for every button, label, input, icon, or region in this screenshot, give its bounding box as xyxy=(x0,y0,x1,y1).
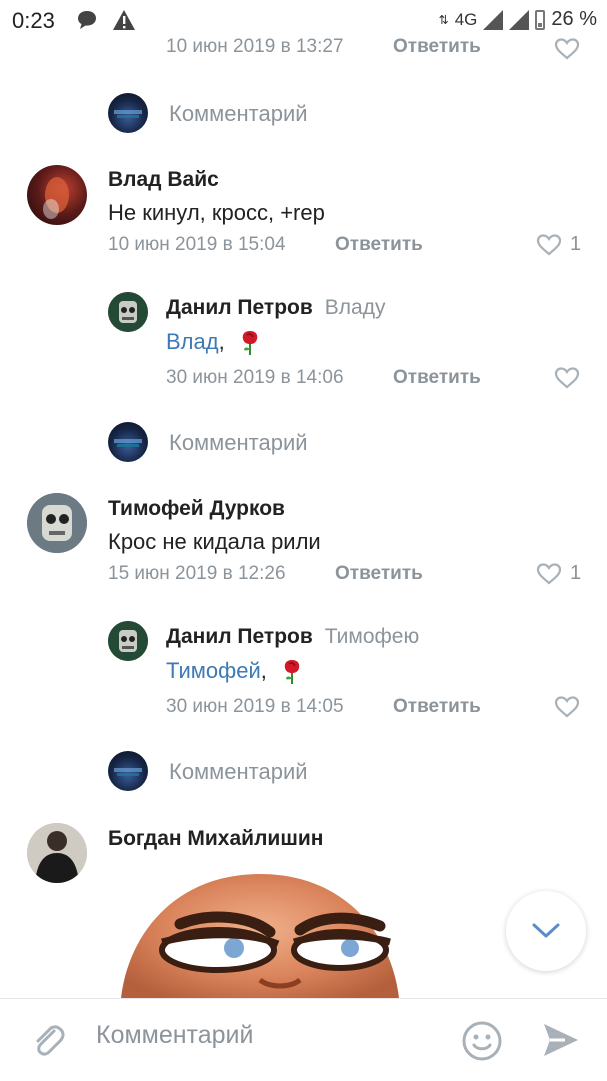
like-button[interactable] xyxy=(554,38,580,60)
comment-prompt[interactable]: Комментарий xyxy=(169,759,308,785)
reply-author[interactable]: Данил Петров Владу xyxy=(166,296,385,320)
attach-icon[interactable] xyxy=(28,1021,68,1066)
sticker-image xyxy=(110,872,410,1000)
data-arrows-icon: ⇅ xyxy=(438,12,449,27)
reply-button[interactable]: Ответить xyxy=(335,563,423,585)
heart-icon xyxy=(554,367,580,389)
heart-icon xyxy=(554,38,580,60)
reply-text-suffix: , xyxy=(218,329,225,354)
heart-icon xyxy=(536,562,562,584)
reply-text-suffix: , xyxy=(260,658,267,683)
my-avatar xyxy=(108,422,148,462)
like-count: 1 xyxy=(570,562,582,584)
like-count: 1 xyxy=(570,233,582,255)
reply-text: Тимофей, xyxy=(166,658,303,686)
signal-2-icon xyxy=(509,9,530,30)
my-avatar xyxy=(108,751,148,791)
reply-author-name[interactable]: Данил Петров xyxy=(166,296,313,319)
battery-level: 26 % xyxy=(551,8,597,30)
comment-prompt[interactable]: Комментарий xyxy=(169,101,308,127)
chevron-down-icon xyxy=(532,923,560,938)
status-time: 0:23 xyxy=(12,8,55,33)
author-avatar[interactable] xyxy=(27,493,87,553)
like-button[interactable]: 1 xyxy=(536,562,581,585)
reply-text: Влад, xyxy=(166,329,261,357)
scroll-down-button[interactable] xyxy=(506,891,586,971)
mention-link[interactable]: Влад xyxy=(166,329,219,354)
reply-author[interactable]: Данил Петров Тимофею xyxy=(166,625,419,649)
reply-to: Тимофею xyxy=(324,625,420,648)
message-notification-icon xyxy=(76,9,98,36)
comment-text: Крос не кидала рили xyxy=(108,529,321,554)
author-avatar[interactable] xyxy=(27,165,87,225)
like-button[interactable] xyxy=(554,367,580,389)
rose-emoji-icon xyxy=(242,331,258,356)
heart-icon xyxy=(536,233,562,255)
comment-author[interactable]: Богдан Михайлишин xyxy=(108,827,323,851)
comment-composer: Комментарий xyxy=(0,998,607,1081)
send-icon[interactable] xyxy=(541,1021,581,1064)
warning-icon xyxy=(112,9,136,36)
mention-link[interactable]: Тимофей xyxy=(166,658,261,683)
comment-date: 10 июн 2019 в 13:27 xyxy=(166,36,344,57)
reply-button[interactable]: Ответить xyxy=(393,367,481,389)
reply-author-name[interactable]: Данил Петров xyxy=(166,625,313,648)
like-button[interactable] xyxy=(554,696,580,718)
author-avatar[interactable] xyxy=(27,823,87,883)
comment-prompt[interactable]: Комментарий xyxy=(169,430,308,456)
comment-author[interactable]: Тимофей Дурков xyxy=(108,497,285,521)
comment-input[interactable]: Комментарий xyxy=(96,1021,253,1050)
comment-author[interactable]: Влад Вайс xyxy=(108,168,219,192)
emoji-icon[interactable] xyxy=(461,1020,503,1067)
battery-icon xyxy=(535,9,546,30)
signal-icon xyxy=(483,9,504,30)
comment-date: 15 июн 2019 в 12:26 xyxy=(108,563,286,584)
reply-date: 30 июн 2019 в 14:05 xyxy=(166,696,344,717)
like-button[interactable]: 1 xyxy=(536,233,581,256)
rose-emoji-icon xyxy=(284,660,300,685)
reply-button[interactable]: Ответить xyxy=(393,36,481,58)
reply-button[interactable]: Ответить xyxy=(335,234,423,256)
my-avatar xyxy=(108,93,148,133)
reply-to: Владу xyxy=(324,296,386,319)
heart-icon xyxy=(554,696,580,718)
comment-text: Не кинул, кросс, +rep xyxy=(108,200,325,225)
reply-date: 30 июн 2019 в 14:06 xyxy=(166,367,344,388)
comment-date: 10 июн 2019 в 15:04 xyxy=(108,234,286,255)
reply-button[interactable]: Ответить xyxy=(393,696,481,718)
author-avatar[interactable] xyxy=(108,292,148,332)
author-avatar[interactable] xyxy=(108,621,148,661)
network-type: 4G xyxy=(454,9,478,29)
